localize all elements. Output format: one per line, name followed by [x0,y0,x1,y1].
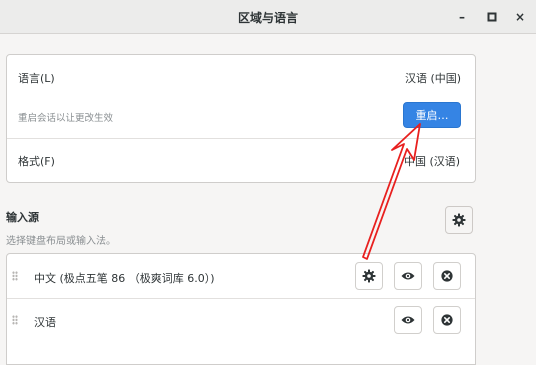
input-source-remove-button[interactable] [433,262,461,290]
title-bar: 区域与语言 – × [0,0,536,34]
language-label: 语言(L) [18,72,55,85]
formats-value[interactable]: 中国 (汉语) [404,153,460,169]
maximize-icon [487,12,497,22]
minimize-button[interactable]: – [452,7,472,27]
eye-icon [401,272,415,280]
drag-handle-icon[interactable] [12,315,18,325]
row-divider [7,138,475,139]
input-source-remove-button[interactable] [433,306,461,334]
language-value[interactable]: 汉语 (中国) [405,70,461,86]
maximize-button[interactable] [482,7,502,27]
formats-label: 格式(F) [18,155,55,168]
gear-icon [452,213,466,227]
input-sources-subtitle: 选择键盘布局或输入法。 [6,236,116,247]
input-source-preview-button[interactable] [394,262,422,290]
close-button[interactable]: × [510,7,530,27]
restart-hint: 重启会话以让更改生效 [18,113,114,124]
restart-button[interactable]: 重启… [403,102,461,128]
input-source-settings-button[interactable] [355,262,383,290]
input-sources-title: 输入源 [6,211,39,224]
drag-handle-icon[interactable] [12,271,18,281]
input-sources-options-button[interactable] [445,206,473,234]
input-source-preview-button[interactable] [394,306,422,334]
row-divider [7,298,475,299]
gear-icon [362,269,376,283]
remove-icon [441,314,453,326]
eye-icon [401,316,415,324]
remove-icon [441,270,453,282]
input-source-label: 汉语 [34,316,56,329]
input-source-label: 中文 (极点五笔 86 （极爽词库 6.0）) [34,272,215,285]
